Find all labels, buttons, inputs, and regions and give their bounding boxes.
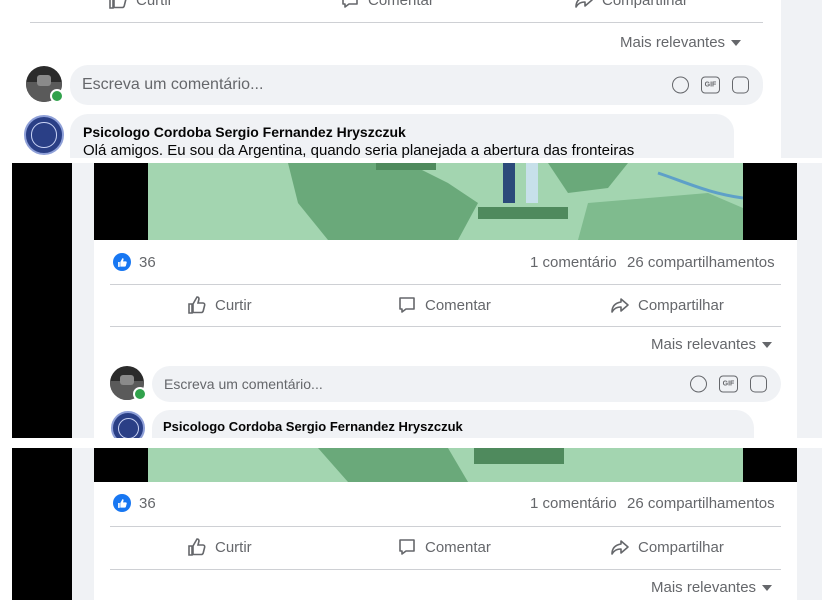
like-reaction-icon [113,494,131,512]
divider [110,326,781,327]
media-letterbox-right [743,448,797,482]
like-icon [188,296,206,314]
comment-input[interactable]: Escreva um comentário... GIF [152,366,781,402]
divider [30,22,763,23]
sort-comments-dropdown[interactable]: Mais relevantes [651,336,773,353]
comment-text: Olá amigos. Eu sou da Argentina, quando … [83,142,635,158]
like-button[interactable]: Curtir [108,0,173,10]
sort-comments-dropdown[interactable]: Mais relevantes [651,579,773,596]
left-black-bar [12,448,72,600]
sort-comments-dropdown[interactable]: Mais relevantes [620,34,742,51]
page-background-right [797,448,822,600]
post-image-map[interactable] [148,163,743,240]
commenter-avatar[interactable] [111,411,145,438]
comment-input-placeholder: Escreva um comentário... [164,376,323,392]
comment-button[interactable]: Comentar [397,295,491,315]
share-icon [611,540,629,555]
gif-icon[interactable]: GIF [701,76,720,94]
likes-count: 36 [139,253,156,271]
like-icon [109,0,127,9]
chevron-down-icon [762,341,773,348]
sort-label: Mais relevantes [651,579,757,596]
share-label: Compartilhar [602,0,688,9]
shares-count[interactable]: 26 compartilhamentos [627,254,775,271]
divider [110,284,781,285]
map-illustration [148,163,743,240]
comment-author[interactable]: Psicologo Cordoba Sergio Fernandez Hrysz… [163,419,463,434]
share-button[interactable]: Compartilhar [574,0,688,10]
comment-icon [399,539,415,555]
divider [110,569,781,570]
comment-input[interactable]: Escreva um comentário... GIF [70,65,763,105]
page-background-right [781,0,822,158]
screenshot-strip-top: Curtir Comentar Compartilhar Mais releva… [0,0,822,158]
share-icon [575,0,593,8]
share-button[interactable]: Compartilhar [610,537,724,557]
media-letterbox-left [94,448,148,482]
share-label: Compartilhar [638,538,724,556]
comment-input-placeholder: Escreva um comentário... [82,76,264,93]
comment-icon [399,297,415,313]
share-label: Compartilhar [638,296,724,314]
reactions-summary[interactable]: 36 [113,253,156,271]
comment-label: Comentar [368,0,434,9]
map-illustration [148,448,743,482]
page-background-left [72,448,94,600]
comments-count[interactable]: 1 comentário [530,254,617,271]
screenshot-strip-bottom: 36 1 comentário 26 compartilhamentos Cur… [0,448,822,600]
comment-button[interactable]: Comentar [397,537,491,557]
shares-count[interactable]: 26 compartilhamentos [627,495,775,512]
chevron-down-icon [762,584,773,591]
commenter-avatar[interactable] [24,115,64,155]
comment-label: Comentar [425,296,491,314]
sticker-icon[interactable] [750,375,767,393]
screenshot-strip-middle: 36 1 comentário 26 compartilhamentos Cur… [0,163,822,438]
share-icon [611,298,629,313]
comment-author[interactable]: Psicologo Cordoba Sergio Fernandez Hrysz… [83,124,406,140]
comment-button[interactable]: Comentar [340,0,434,10]
page-background-right [797,163,822,438]
sticker-icon[interactable] [732,76,749,94]
comment-label: Comentar [425,538,491,556]
reactions-summary[interactable]: 36 [113,494,156,512]
sort-label: Mais relevantes [620,34,726,51]
comments-count[interactable]: 1 comentário [530,495,617,512]
like-button[interactable]: Curtir [187,537,252,557]
sort-label: Mais relevantes [651,336,757,353]
like-button[interactable]: Curtir [187,295,252,315]
media-letterbox-right [743,163,797,240]
divider [110,526,781,527]
like-label: Curtir [215,538,252,556]
like-icon [188,538,206,556]
media-letterbox-left [94,163,148,240]
online-status-indicator [133,387,147,401]
comment-icon [342,0,358,8]
gif-icon[interactable]: GIF [719,375,738,393]
emoji-icon[interactable] [690,375,707,393]
like-label: Curtir [136,0,173,9]
like-reaction-icon [113,253,131,271]
share-button[interactable]: Compartilhar [610,295,724,315]
chevron-down-icon [731,39,742,46]
left-black-bar [12,163,72,438]
post-image-map[interactable] [148,448,743,482]
online-status-indicator [50,89,64,103]
likes-count: 36 [139,494,156,512]
page-background-left [72,163,94,438]
like-label: Curtir [215,296,252,314]
emoji-icon[interactable] [672,76,689,94]
